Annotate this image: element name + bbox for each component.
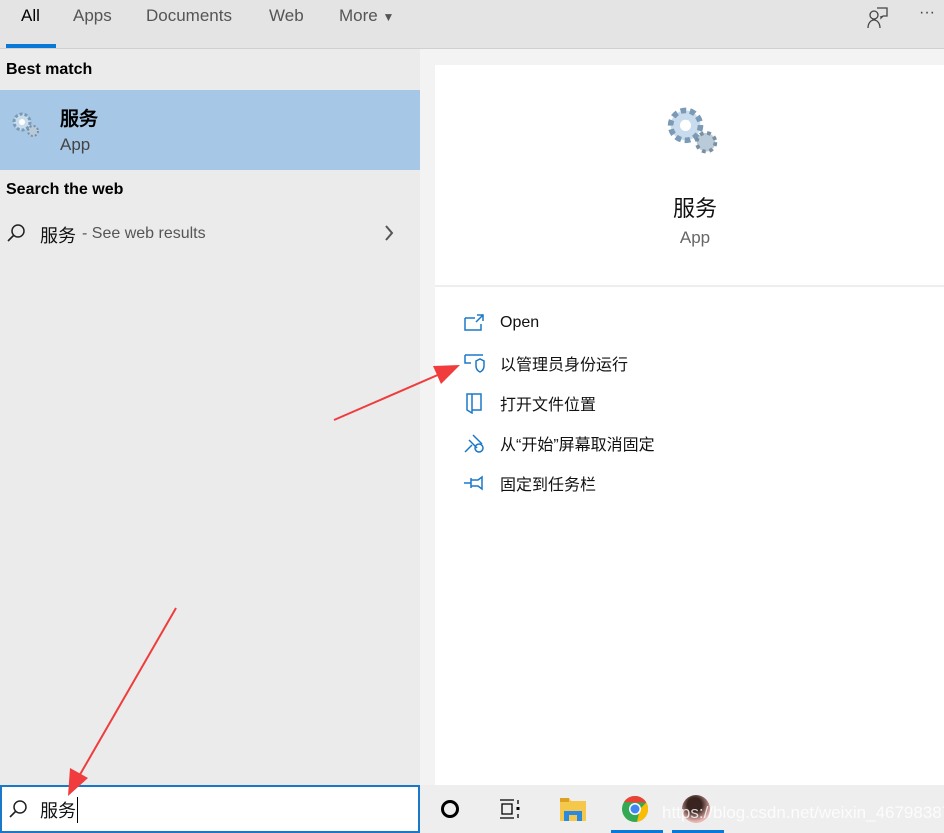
- search-icon: [7, 224, 25, 242]
- tab-more[interactable]: More ▼: [339, 6, 394, 26]
- chrome-icon[interactable]: [621, 795, 649, 823]
- best-match-item[interactable]: 服务 App: [0, 90, 420, 170]
- action-open-file-location[interactable]: 打开文件位置: [463, 389, 903, 417]
- tab-web[interactable]: Web: [269, 6, 304, 26]
- file-location-icon: [466, 393, 482, 414]
- web-query: 服务: [40, 226, 76, 246]
- tab-all[interactable]: All: [21, 6, 40, 26]
- unpin-icon: [464, 434, 484, 453]
- cortana-icon[interactable]: [440, 799, 460, 819]
- pin-taskbar-icon: [464, 475, 483, 491]
- watermark: https://blog.csdn.net/weixin_46798387: [662, 803, 944, 822]
- action-unpin-start[interactable]: 从“开始”屏幕取消固定: [463, 429, 903, 457]
- preview-title: 服务: [672, 196, 717, 221]
- search-icon: [9, 800, 27, 818]
- action-label: 从“开始”屏幕取消固定: [500, 437, 655, 454]
- file-explorer-icon[interactable]: [559, 796, 587, 822]
- action-open[interactable]: Open: [463, 309, 903, 337]
- caret-down-icon: ▼: [382, 10, 395, 24]
- services-gear-icon: [12, 112, 39, 137]
- tab-more-label: More: [339, 6, 378, 25]
- tab-apps[interactable]: Apps: [73, 6, 112, 26]
- action-label: 打开文件位置: [500, 397, 597, 414]
- run-as-admin-shield-icon: [464, 354, 485, 373]
- best-match-heading: Best match: [6, 61, 93, 78]
- action-label: 以管理员身份运行: [500, 357, 629, 374]
- action-pin-taskbar[interactable]: 固定到任务栏: [463, 469, 903, 497]
- preview-pane: 服务 App: [435, 65, 944, 785]
- filter-tabs-bar: All Apps Documents Web More ▼ ···: [0, 0, 944, 49]
- search-input[interactable]: 服务: [40, 797, 78, 823]
- action-label: 固定到任务栏: [500, 477, 597, 494]
- feedback-person-icon[interactable]: [866, 6, 890, 30]
- divider: [435, 285, 944, 287]
- search-web-heading: Search the web: [6, 181, 124, 198]
- active-tab-indicator: [6, 44, 56, 48]
- chevron-right-icon[interactable]: [382, 224, 396, 242]
- taskbar: https://blog.csdn.net/weixin_46798387: [420, 785, 944, 833]
- preview-subtitle: App: [679, 228, 711, 247]
- web-result-suffix: - See web results: [82, 225, 206, 242]
- search-box[interactable]: 服务: [0, 785, 420, 833]
- best-match-title: 服务: [60, 109, 99, 130]
- open-icon: [464, 314, 484, 331]
- task-view-icon[interactable]: [499, 797, 523, 821]
- action-run-as-admin[interactable]: 以管理员身份运行: [463, 349, 903, 377]
- web-result-item[interactable]: 服务 - See web results: [0, 214, 420, 254]
- more-options-button[interactable]: ···: [919, 4, 935, 22]
- best-match-subtitle: App: [60, 135, 91, 154]
- tab-documents[interactable]: Documents: [146, 6, 232, 26]
- action-label: Open: [500, 314, 540, 331]
- services-gear-icon: [667, 107, 718, 154]
